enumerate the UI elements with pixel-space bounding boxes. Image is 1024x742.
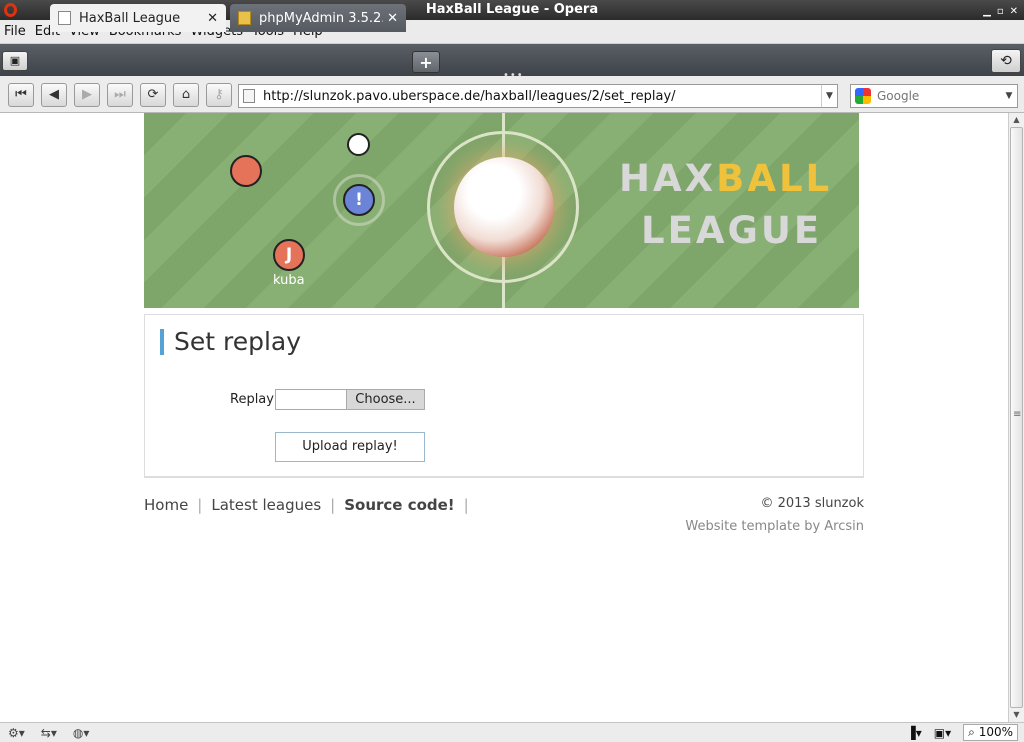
page-icon: [243, 89, 255, 103]
replay-label: Replay: [230, 392, 274, 407]
reload-button[interactable]: ⟳: [140, 83, 166, 107]
sidebar-toggle-icon[interactable]: ▐▾: [907, 726, 922, 740]
forward-button[interactable]: ▶: [74, 83, 100, 107]
google-icon: [855, 88, 871, 104]
tab-title: HaxBall League: [79, 10, 181, 26]
fast-forward-button[interactable]: ⏭: [107, 83, 133, 107]
window-title: HaxBall League - Opera: [425, 2, 599, 17]
file-name-field[interactable]: [276, 390, 346, 409]
pma-favicon-icon: [238, 11, 251, 25]
chevron-down-icon[interactable]: ▼: [821, 85, 837, 107]
panel-toggle-button[interactable]: ▣: [2, 51, 28, 71]
trash-icon: ⟲: [1000, 53, 1012, 69]
panel-icon: ▣: [9, 54, 21, 67]
search-box[interactable]: ▼: [850, 84, 1018, 108]
tab-title: phpMyAdmin 3.5.2...: [259, 10, 384, 26]
player-initial: J: [285, 245, 293, 265]
tab-phpmyadmin[interactable]: phpMyAdmin 3.5.2... ✕: [230, 4, 406, 32]
tools-icon[interactable]: ⚙▾: [8, 726, 25, 740]
opera-logo-icon[interactable]: [4, 3, 17, 17]
replay-file-input[interactable]: Choose...: [275, 389, 425, 410]
search-input[interactable]: [877, 89, 1001, 103]
separator: |: [197, 496, 203, 514]
header-banner: ! J kuba HAXBALL LEAGUE: [144, 113, 859, 308]
home-icon: ⌂: [181, 87, 191, 102]
copyright: © 2013 slunzok: [760, 496, 864, 511]
new-tab-button[interactable]: +: [412, 51, 440, 73]
player-blue-icon: !: [343, 184, 375, 216]
address-url[interactable]: http://slunzok.pavo.uberspace.de/haxball…: [263, 89, 821, 104]
logo-haxball: HAXBALL: [619, 157, 833, 200]
upload-replay-button[interactable]: Upload replay!: [275, 432, 425, 462]
page-viewport: ! J kuba HAXBALL LEAGUE Set replay Repla…: [0, 113, 1008, 722]
page-title: Set replay: [160, 329, 301, 355]
reload-icon: ⟳: [147, 87, 159, 102]
set-replay-panel: Set replay Replay Choose... Upload repla…: [144, 314, 864, 478]
rewind-icon: ⏮: [15, 87, 27, 102]
soccer-ball-icon: [454, 157, 554, 257]
key-icon: ⚷: [214, 87, 224, 102]
globe-icon[interactable]: ◍▾: [73, 726, 90, 740]
separator: |: [463, 496, 469, 514]
window-controls: ▁ ▫ ✕: [983, 2, 1018, 22]
player-red-kuba-icon: J: [273, 239, 305, 271]
vertical-scrollbar[interactable]: ▲ ≡ ▼: [1008, 113, 1024, 722]
close-icon[interactable]: ✕: [1010, 2, 1018, 22]
fast-forward-icon: ⏭: [114, 87, 126, 102]
separator: |: [330, 496, 336, 514]
scroll-grip-icon: ≡: [1013, 409, 1022, 420]
template-credit: Website template by Arcsin: [685, 519, 864, 534]
closed-tabs-button[interactable]: ⟲: [991, 49, 1021, 73]
choose-file-button[interactable]: Choose...: [346, 390, 424, 409]
ball-white-icon: [347, 133, 370, 156]
chevron-down-icon[interactable]: ▼: [1001, 91, 1017, 101]
tab-haxball-league[interactable]: HaxBall League ✕: [50, 4, 226, 32]
wand-button[interactable]: ⚷: [206, 83, 232, 107]
forward-arrow-icon: ▶: [82, 87, 92, 102]
minimize-icon[interactable]: ▁: [983, 2, 991, 22]
footer-nav: Home | Latest leagues | Source code! |: [144, 496, 478, 514]
player-name: kuba: [273, 273, 305, 288]
address-bar[interactable]: http://slunzok.pavo.uberspace.de/haxball…: [238, 84, 838, 108]
image-icon[interactable]: ▣▾: [934, 726, 951, 740]
page-favicon-icon: [58, 11, 71, 25]
zoom-level: 100%: [978, 725, 1013, 739]
maximize-icon[interactable]: ▫: [997, 2, 1004, 22]
tab-close-icon[interactable]: ✕: [387, 11, 398, 26]
scroll-up-icon[interactable]: ▲: [1009, 113, 1024, 127]
player-red-icon: [230, 155, 262, 187]
status-bar: ⚙▾ ⇆▾ ◍▾ ▐▾ ▣▾ ⌕ 100%: [0, 722, 1024, 742]
footer-link-latest-leagues[interactable]: Latest leagues: [211, 496, 321, 514]
scroll-down-icon[interactable]: ▼: [1009, 708, 1024, 722]
footer-link-home[interactable]: Home: [144, 496, 188, 514]
menu-file[interactable]: File: [4, 24, 26, 39]
back-button[interactable]: ◀: [41, 83, 67, 107]
tab-close-icon[interactable]: ✕: [207, 11, 218, 26]
logo-league: LEAGUE: [641, 209, 823, 252]
rewind-button[interactable]: ⏮: [8, 83, 34, 107]
network-icon[interactable]: ⇆▾: [41, 726, 57, 740]
player-initial: !: [355, 190, 363, 210]
zoom-control[interactable]: ⌕ 100%: [963, 724, 1018, 741]
footer-link-source-code[interactable]: Source code!: [344, 496, 454, 514]
back-arrow-icon: ◀: [49, 87, 59, 102]
home-button[interactable]: ⌂: [173, 83, 199, 107]
plus-icon: +: [419, 53, 433, 72]
